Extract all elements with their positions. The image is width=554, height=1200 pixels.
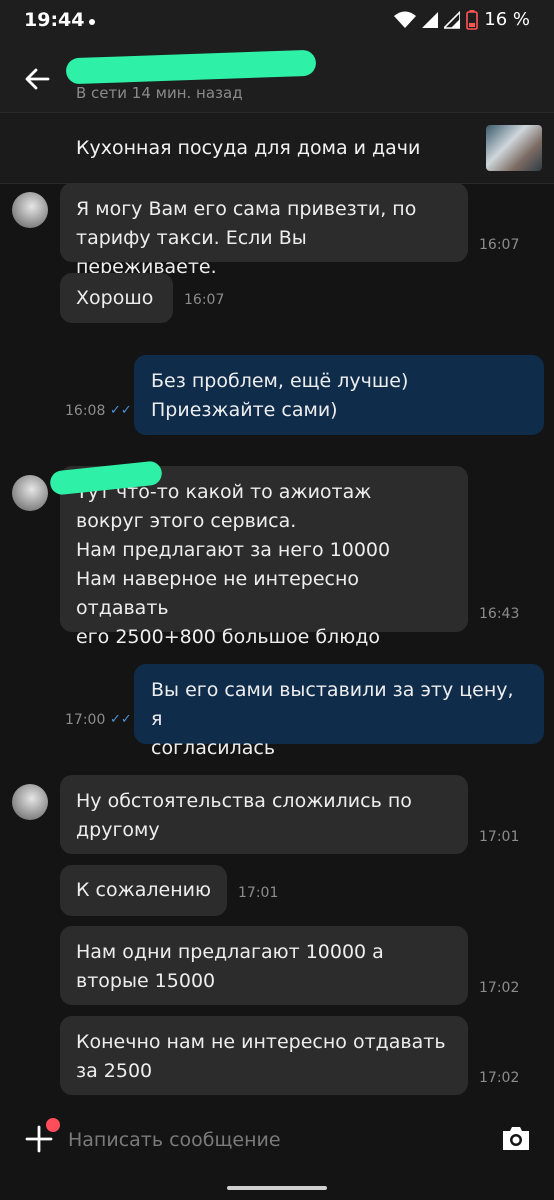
message-text: его 2500+800 большое блюдо: [76, 626, 380, 648]
message-text: вторые 15000: [76, 970, 216, 992]
message-time: 17:00: [65, 712, 106, 728]
message-bubble[interactable]: К сожалению: [60, 865, 227, 916]
message-input[interactable]: [66, 1124, 470, 1156]
message-text: Без проблем, ещё лучше): [151, 370, 409, 392]
message-bubble[interactable]: Тут что-то какой то ажиотаж вокруг этого…: [60, 466, 519, 648]
message-text: Хорошо: [76, 287, 154, 309]
battery-level: 16 %: [484, 9, 530, 30]
notification-dot-icon: [89, 19, 95, 25]
message-text: К сожалению: [76, 879, 211, 901]
message-time: 17:01: [479, 829, 520, 845]
message-time: 16:07: [479, 237, 520, 253]
message-time: 17:01: [238, 885, 279, 901]
message-bubble[interactable]: Хорошо: [60, 273, 173, 323]
signal-icon-2: [444, 10, 461, 29]
chat-header: Б В сети 14 мин. назад: [0, 44, 554, 113]
message-text: за 2500: [76, 1060, 153, 1082]
status-icons: 16 %: [394, 9, 530, 30]
listing-title[interactable]: Кухонная посуда для дома и дачи: [76, 137, 420, 159]
signal-icon: [422, 11, 439, 28]
avatar[interactable]: [12, 784, 48, 820]
message-text: Я могу Вам его сама привезти, по: [76, 198, 417, 220]
message-text: Нам наверное не интересно отдавать: [76, 568, 360, 619]
avatar[interactable]: [12, 475, 48, 511]
message-bubble[interactable]: Вы его сами выставили за эту цену, я сог…: [134, 664, 544, 759]
home-indicator: [227, 1186, 327, 1190]
message-text: Конечно нам не интересно отдавать: [76, 1031, 446, 1053]
message-bubble[interactable]: Ну обстоятельства сложились по другому 1…: [60, 775, 519, 854]
message-text: Ну обстоятельства сложились по: [76, 790, 412, 812]
status-bar: 19:44 16 %: [0, 0, 554, 44]
read-ticks-icon: ✓✓: [110, 403, 132, 418]
message-composer: [0, 1100, 554, 1174]
message-text: Нам предлагают за него 10000: [76, 539, 391, 561]
message-time: 16:43: [479, 606, 520, 622]
message-text: Приезжайте сами): [151, 399, 338, 421]
contact-last-seen: В сети 14 мин. назад: [76, 84, 243, 102]
read-ticks-icon: ✓✓: [110, 712, 132, 727]
battery-icon: [466, 9, 479, 30]
message-time: 16:07: [184, 292, 225, 308]
message-time: 16:08: [65, 403, 106, 419]
message-time: 17:02: [479, 980, 520, 996]
avatar[interactable]: [12, 192, 48, 228]
back-arrow-icon[interactable]: [20, 62, 54, 96]
notification-badge: [44, 1116, 62, 1134]
wifi-icon: [394, 11, 417, 28]
message-text: Нам одни предлагают 10000 а: [76, 941, 384, 963]
message-time: 17:02: [479, 1070, 520, 1086]
status-time: 19:44: [24, 9, 85, 31]
message-bubble[interactable]: Я могу Вам его сама привезти, по тарифу …: [60, 183, 519, 278]
listing-thumbnail[interactable]: [486, 125, 542, 171]
redaction-mark: [65, 49, 317, 85]
message-bubble[interactable]: Без проблем, ещё лучше) Приезжайте сами): [134, 355, 544, 435]
message-bubble[interactable]: Конечно нам не интересно отдавать за 250…: [60, 1016, 519, 1095]
camera-icon[interactable]: [500, 1123, 532, 1153]
message-text: вокруг этого сервиса.: [76, 510, 297, 532]
message-bubble[interactable]: Нам одни предлагают 10000 а вторые 15000…: [60, 926, 519, 1005]
listing-bar[interactable]: Кухонная посуда для дома и дачи: [0, 113, 554, 184]
message-text: другому: [76, 819, 160, 841]
message-text: Вы его сами выставили за эту цену, я: [151, 679, 514, 730]
message-text: согласилась: [151, 737, 276, 759]
